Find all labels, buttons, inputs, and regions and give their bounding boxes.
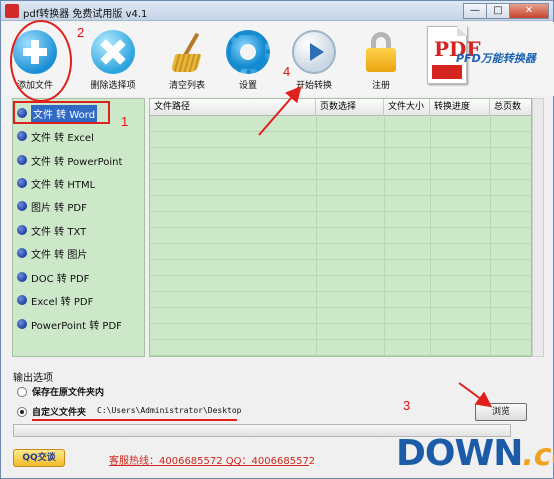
output-options-title: 输出选项: [13, 373, 53, 384]
app-icon: [5, 4, 19, 18]
option-original-label: 保存在原文件夹内: [32, 388, 105, 398]
conversion-label: 文件 转 HTML: [31, 179, 96, 191]
annotation-circle: [10, 20, 72, 102]
column-divider: [384, 116, 385, 356]
toolbar: 添加文件 删除选择项 清空列表 设置 开始转换 注册 PDF PFD万能转换器: [2, 22, 554, 96]
gear-icon: [226, 30, 270, 74]
bullet-icon: [17, 248, 27, 258]
radio-save-original[interactable]: [17, 386, 27, 397]
play-icon: [292, 30, 336, 74]
bullet-icon: [17, 131, 27, 141]
watermark-suffix: .cc: [522, 438, 554, 473]
browse-button[interactable]: 浏览: [475, 403, 527, 421]
conversion-item-file-to-excel[interactable]: 文件 转 Excel: [17, 127, 142, 145]
conversion-item-image-to-pdf[interactable]: 图片 转 PDF: [17, 197, 142, 215]
hotline-underline: [109, 465, 309, 466]
start-convert-label: 开始转换: [295, 81, 332, 91]
maximize-button[interactable]: □: [486, 3, 510, 19]
window-controls: — □ ✕: [463, 3, 549, 19]
column-header-progress[interactable]: 转换进度: [430, 99, 490, 116]
option-custom-label: 自定义文件夹: [32, 408, 87, 418]
conversion-label: 文件 转 图片: [31, 249, 88, 261]
option-save-original-folder[interactable]: 保存在原文件夹内: [17, 385, 104, 398]
pdf-band: [432, 65, 462, 79]
table-header: 文件路径 页数选择 文件大小 转换进度 总页数: [150, 99, 531, 116]
option-custom-folder[interactable]: 自定义文件夹: [17, 405, 86, 418]
column-header-file-path[interactable]: 文件路径: [150, 99, 316, 116]
watermark-main: DOWN: [396, 433, 523, 474]
conversion-label: Excel 转 PDF: [31, 296, 94, 308]
delete-selected-label: 删除选择项: [90, 81, 136, 91]
conversion-item-powerpoint-to-pdf[interactable]: PowerPoint 转 PDF: [17, 315, 142, 333]
annotation-number-3: 3: [403, 398, 411, 413]
settings-button[interactable]: 设置: [217, 30, 279, 91]
settings-label: 设置: [238, 81, 257, 91]
conversion-list: 文件 转 Word 文件 转 Excel 文件 转 PowerPoint 文件 …: [12, 98, 145, 357]
conversion-label: 文件 转 Excel: [31, 132, 94, 144]
close-button[interactable]: ✕: [509, 3, 549, 19]
annotation-number-2: 2: [77, 25, 85, 40]
qq-chat-button[interactable]: QQ交谈: [13, 449, 65, 467]
column-header-total-pages[interactable]: 总页数: [490, 99, 531, 116]
conversion-label: 文件 转 TXT: [31, 226, 87, 238]
column-header-page-select[interactable]: 页数选择: [316, 99, 384, 116]
radio-custom-folder[interactable]: [17, 406, 27, 417]
app-window: pdf转换器 免费试用版 v4.1 — □ ✕ 添加文件 删除选择项 清空列表: [0, 0, 554, 479]
bullet-icon: [17, 272, 27, 282]
broom-icon: [165, 30, 209, 74]
register-label: 注册: [371, 81, 390, 91]
title-bar: pdf转换器 免费试用版 v4.1 — □ ✕: [1, 1, 553, 21]
clear-list-button[interactable]: 清空列表: [156, 30, 218, 91]
table-scrollbar[interactable]: [532, 98, 544, 357]
column-header-file-size[interactable]: 文件大小: [384, 99, 430, 116]
column-divider: [490, 116, 491, 356]
conversion-item-file-to-html[interactable]: 文件 转 HTML: [17, 174, 142, 192]
conversion-item-file-to-image[interactable]: 文件 转 图片: [17, 244, 142, 262]
register-button[interactable]: 注册: [350, 30, 412, 91]
conversion-label: 图片 转 PDF: [31, 202, 87, 214]
lock-icon: [359, 30, 403, 74]
conversion-label: 文件 转 PowerPoint: [31, 156, 123, 168]
clear-list-label: 清空列表: [168, 81, 205, 91]
annotation-rectangle: [13, 101, 110, 124]
bullet-icon: [17, 155, 27, 165]
minimize-button[interactable]: —: [463, 3, 487, 19]
conversion-item-doc-to-pdf[interactable]: DOC 转 PDF: [17, 268, 142, 286]
window-title: pdf转换器 免费试用版 v4.1: [23, 9, 148, 20]
start-convert-button[interactable]: 开始转换: [283, 30, 345, 91]
delete-selected-button[interactable]: 删除选择项: [82, 30, 144, 91]
conversion-label: DOC 转 PDF: [31, 273, 90, 285]
conversion-item-file-to-txt[interactable]: 文件 转 TXT: [17, 221, 142, 239]
conversion-item-file-to-powerpoint[interactable]: 文件 转 PowerPoint: [17, 151, 142, 169]
bullet-icon: [17, 178, 27, 188]
conversion-item-excel-to-pdf[interactable]: Excel 转 PDF: [17, 291, 142, 309]
bullet-icon: [17, 319, 27, 329]
annotation-number-1: 1: [121, 114, 129, 129]
output-path: C:\Users\Administrator\Desktop: [97, 406, 242, 415]
bullet-icon: [17, 201, 27, 211]
column-divider: [316, 116, 317, 356]
bullet-icon: [17, 295, 27, 305]
brand-text: PFD万能转换器: [456, 52, 536, 65]
column-divider: [430, 116, 431, 356]
bullet-icon: [17, 225, 27, 235]
annotation-number-4: 4: [283, 64, 291, 79]
table-body: [150, 116, 531, 356]
watermark-logo: DOWN.cc: [396, 433, 554, 477]
arrow-to-browse-button: [458, 382, 493, 408]
file-table[interactable]: 文件路径 页数选择 文件大小 转换进度 总页数: [149, 98, 532, 357]
annotation-underline: [32, 419, 237, 421]
delete-icon: [91, 30, 135, 74]
conversion-label: PowerPoint 转 PDF: [31, 320, 122, 332]
